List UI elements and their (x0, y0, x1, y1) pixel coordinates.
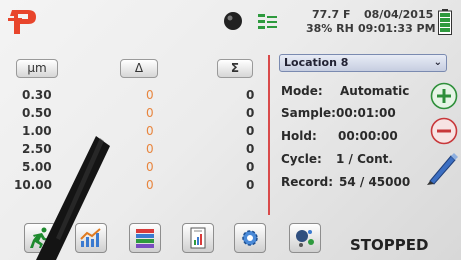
layers-icon (136, 229, 154, 248)
delta-cell: 0 (146, 106, 154, 120)
size-cell: 0.30 (22, 88, 52, 102)
size-cell: 10.00 (14, 178, 52, 192)
sample-label: Sample: (281, 106, 336, 120)
record-value: 54 / 45000 (339, 175, 411, 189)
sum-cell: 0 (246, 106, 255, 120)
delta-column-button[interactable]: Δ (120, 59, 158, 78)
delta-cell: 0 (146, 160, 154, 174)
mode-label: Mode: (281, 84, 323, 98)
size-cell: 2.50 (22, 142, 52, 156)
sum-column-button[interactable]: Σ (217, 59, 253, 78)
edit-pen-icon[interactable] (424, 150, 460, 186)
size-cell: 5.00 (22, 160, 52, 174)
plus-icon[interactable] (430, 82, 458, 110)
hold-label: Hold: (281, 129, 317, 143)
status-text: STOPPED (350, 236, 429, 254)
temperature-readout: 77.7 F (312, 8, 351, 21)
chevron-down-icon: ⌄ (433, 57, 442, 68)
device-screen: 77.7 F 38% RH 08/04/2015 09:01:33 PM µm … (0, 0, 461, 260)
tools-button[interactable] (289, 223, 321, 253)
report-button[interactable] (182, 223, 214, 253)
layers-button[interactable] (129, 223, 161, 253)
logo-icon (8, 10, 36, 34)
chart-button[interactable] (75, 223, 107, 253)
settings-button[interactable] (234, 223, 266, 253)
chart-icon (80, 228, 101, 247)
sensor-icon (224, 12, 242, 30)
delta-cell: 0 (146, 178, 154, 192)
delta-cell: 0 (146, 88, 154, 102)
run-icon (30, 227, 50, 248)
battery-icon (438, 9, 452, 35)
delta-cell: 0 (146, 124, 154, 138)
humidity-readout: 38% RH (306, 22, 354, 35)
mode-value: Automatic (340, 84, 410, 98)
date-readout: 08/04/2015 (364, 8, 434, 21)
sum-cell: 0 (246, 142, 255, 156)
tools-icon (296, 230, 314, 247)
sum-cell: 0 (246, 160, 255, 174)
sum-cell: 0 (246, 124, 255, 138)
signal-icon (258, 14, 277, 29)
size-cell: 1.00 (22, 124, 52, 138)
record-label: Record: (281, 175, 334, 189)
settings-icon (242, 230, 258, 246)
sum-cell: 0 (246, 178, 255, 192)
delta-cell: 0 (146, 142, 154, 156)
time-readout: 09:01:33 PM (358, 22, 436, 35)
report-icon (190, 227, 206, 249)
panel-divider (268, 55, 270, 215)
minus-icon[interactable] (430, 117, 458, 145)
size-cell: 0.50 (22, 106, 52, 120)
location-selected-value: Location 8 (284, 56, 349, 69)
cycle-value: 1 / Cont. (336, 152, 393, 166)
sample-value: 00:01:00 (336, 106, 396, 120)
sum-cell: 0 (246, 88, 255, 102)
hold-value: 00:00:00 (338, 129, 398, 143)
cycle-label: Cycle: (281, 152, 322, 166)
location-dropdown[interactable]: Location 8 ⌄ (279, 54, 447, 72)
run-button[interactable] (24, 223, 56, 253)
unit-column-button[interactable]: µm (16, 59, 58, 78)
